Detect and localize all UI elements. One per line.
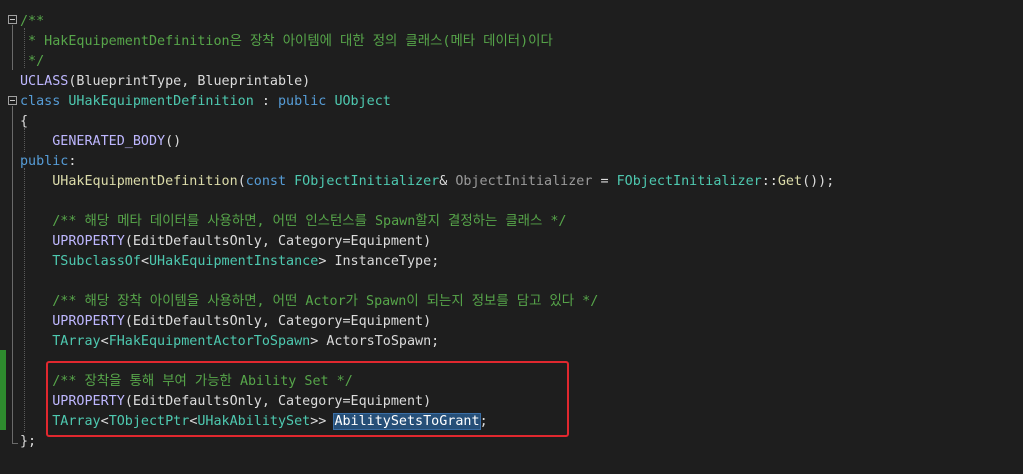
- code-line[interactable]: UPROPERTY(EditDefaultsOnly, Category=Equ…: [20, 312, 431, 332]
- code-token: =: [592, 174, 617, 189]
- code-line[interactable]: UPROPERTY(EditDefaultsOnly, Category=Equ…: [20, 232, 431, 252]
- code-token: FHakEquipmentActorToSpawn: [108, 334, 311, 349]
- code-token: ::: [761, 174, 778, 189]
- code-token: FObjectInitializer: [294, 174, 440, 189]
- code-token: TSubclassOf: [52, 254, 141, 269]
- code-token: /**: [20, 14, 45, 29]
- code-token: :: [68, 154, 77, 169]
- code-line[interactable]: {: [20, 112, 28, 132]
- code-token: UHakEquipmentDefinition: [52, 174, 238, 189]
- code-token: ActorsToSpawn: [326, 334, 432, 349]
- outline-line: [12, 106, 13, 444]
- code-line[interactable]: };: [20, 432, 36, 452]
- code-line[interactable]: public:: [20, 152, 76, 172]
- code-token: FObjectInitializer: [616, 174, 762, 189]
- code-token: ObjectInitializer: [455, 174, 593, 189]
- code-token: UHakEquipmentInstance: [149, 254, 319, 269]
- code-token: UHakEquipmentDefinition: [68, 94, 254, 109]
- code-token: UCLASS: [20, 74, 69, 89]
- code-token: Get: [777, 174, 803, 189]
- code-token: InstanceType: [334, 254, 432, 269]
- code-token: :: [253, 94, 278, 109]
- code-token: <: [100, 334, 109, 349]
- code-token: >: [318, 254, 335, 269]
- highlight-annotation-box: [46, 361, 569, 437]
- code-token: */: [20, 54, 45, 69]
- code-token: };: [20, 434, 37, 449]
- code-token: public: [20, 154, 69, 169]
- code-token: GENERATED_BODY: [52, 134, 166, 149]
- code-line[interactable]: TSubclassOf<UHakEquipmentInstance> Insta…: [20, 252, 439, 272]
- code-token: TArray: [52, 334, 101, 349]
- code-line[interactable]: /**: [20, 12, 44, 32]
- code-token: /** 해당 장착 아이템을 사용하면, 어떤 Actor가 Spawn이 되는…: [52, 294, 599, 309]
- code-editor[interactable]: /** * HakEquipementDefinition은 장착 아이템에 대…: [0, 0, 1023, 474]
- code-token: ;: [431, 334, 440, 349]
- code-token: (EditDefaultsOnly, Category=Equipment): [124, 314, 432, 329]
- code-line[interactable]: TArray<FHakEquipmentActorToSpawn> Actors…: [20, 332, 439, 352]
- code-line[interactable]: class UHakEquipmentDefinition : public U…: [20, 92, 391, 112]
- code-token: ;: [431, 254, 440, 269]
- outline-line: [12, 25, 13, 70]
- code-line[interactable]: /** 해당 메타 데이터를 사용하면, 어떤 인스턴스를 Spawn할지 결정…: [20, 212, 567, 232]
- code-token: <: [140, 254, 149, 269]
- code-token: UPROPERTY: [52, 314, 125, 329]
- code-token: (BlueprintType, Blueprintable): [68, 74, 311, 89]
- code-line[interactable]: */: [20, 52, 44, 72]
- code-token: const: [245, 174, 295, 189]
- code-token: >: [310, 334, 327, 349]
- code-token: class: [20, 94, 69, 109]
- code-token: /** 해당 메타 데이터를 사용하면, 어떤 인스턴스를 Spawn할지 결정…: [52, 214, 567, 229]
- fold-toggle-icon[interactable]: [8, 15, 17, 24]
- code-token: * HakEquipementDefinition은 장착 아이템에 대한 정의…: [20, 34, 553, 49]
- outline-end: [12, 443, 18, 444]
- code-token: {: [20, 114, 29, 129]
- code-token: UObject: [334, 94, 391, 109]
- code-line[interactable]: * HakEquipementDefinition은 장착 아이템에 대한 정의…: [20, 32, 553, 52]
- code-token: (EditDefaultsOnly, Category=Equipment): [124, 234, 432, 249]
- code-line[interactable]: GENERATED_BODY(): [20, 132, 181, 152]
- fold-toggle-icon[interactable]: [8, 96, 17, 105]
- change-indicator: [0, 350, 6, 430]
- code-token: &: [439, 174, 456, 189]
- code-token: (): [165, 134, 182, 149]
- code-token: public: [278, 94, 335, 109]
- code-token: ());: [802, 174, 835, 189]
- code-token: (: [237, 174, 246, 189]
- code-line[interactable]: UCLASS(BlueprintType, Blueprintable): [20, 72, 310, 92]
- code-line[interactable]: UHakEquipmentDefinition(const FObjectIni…: [20, 172, 834, 192]
- code-token: UPROPERTY: [52, 234, 125, 249]
- code-line[interactable]: /** 해당 장착 아이템을 사용하면, 어떤 Actor가 Spawn이 되는…: [20, 292, 598, 312]
